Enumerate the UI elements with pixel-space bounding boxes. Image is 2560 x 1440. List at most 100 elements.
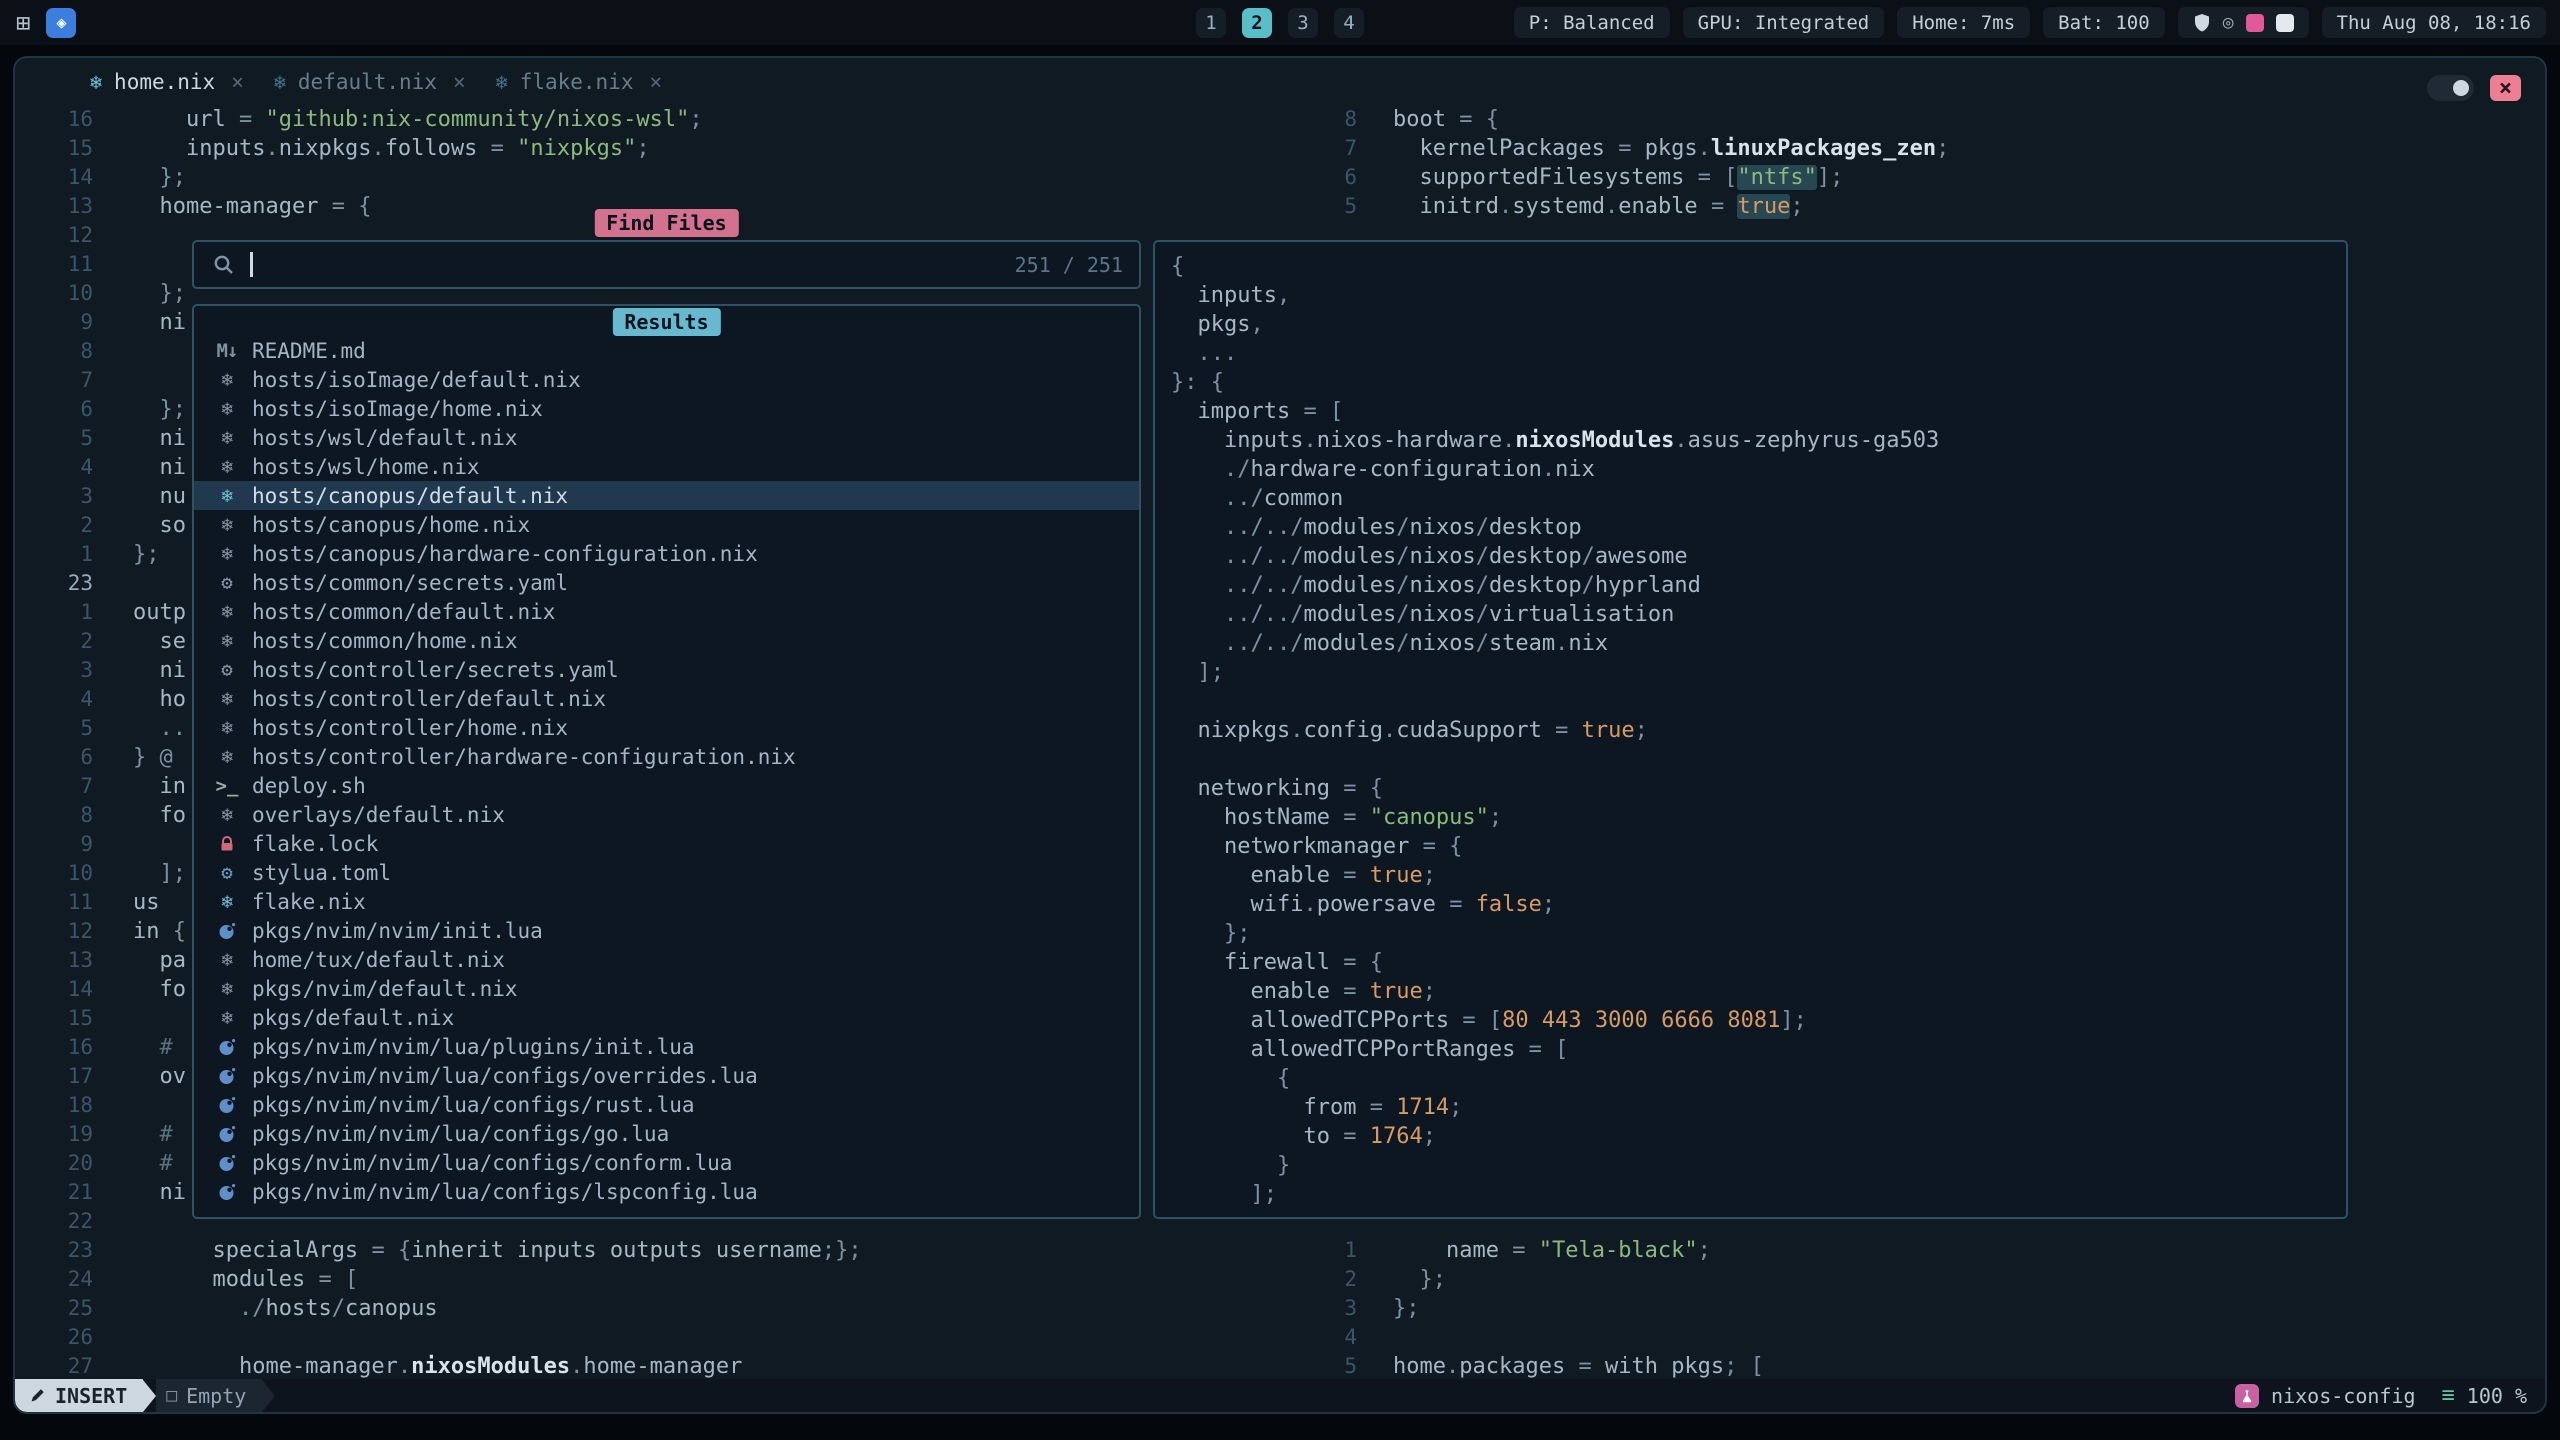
- nix-icon: ❄: [214, 630, 240, 652]
- workspace-3[interactable]: 3: [1288, 8, 1318, 38]
- preview-code-line: networkmanager = {: [1171, 832, 2346, 861]
- result-filename: hosts/wsl/default.nix: [252, 426, 518, 450]
- result-item[interactable]: ❄ hosts/common/home.nix: [194, 626, 1139, 655]
- result-item[interactable]: pkgs/nvim/nvim/lua/configs/rust.lua: [194, 1090, 1139, 1119]
- line-number: 1: [15, 598, 93, 627]
- nix-icon: ❄: [496, 70, 508, 94]
- result-item[interactable]: ❄hosts/controller/default.nix: [194, 684, 1139, 713]
- preview-code-line: from = 1714;: [1171, 1093, 2346, 1122]
- line-number: 5: [15, 714, 93, 743]
- result-item[interactable]: >_deploy.sh: [194, 771, 1139, 800]
- result-item[interactable]: ❄hosts/isoImage/home.nix: [194, 394, 1139, 423]
- right-editor-pane-top[interactable]: 8boot = {7 kernelPackages = pkgs.linuxPa…: [1255, 105, 2541, 221]
- result-filename: hosts/controller/secrets.yaml: [252, 658, 619, 682]
- find-files-prompt[interactable]: Find Files 251 / 251: [192, 240, 1141, 289]
- line-number: 10: [15, 279, 93, 308]
- preview-code-line: ../../modules/nixos/desktop: [1171, 513, 2346, 542]
- find-files-title: Find Files: [594, 209, 738, 237]
- preview-code-line: hostName = "canopus";: [1171, 803, 2346, 832]
- nix-icon: ❄: [214, 891, 240, 913]
- close-tab-icon[interactable]: ×: [453, 70, 466, 94]
- line-number: 6: [1255, 163, 1357, 192]
- result-filename: hosts/controller/home.nix: [252, 716, 568, 740]
- power-profile-indicator: P: Balanced: [1514, 7, 1670, 38]
- yaml-icon: ⚙: [214, 659, 240, 681]
- toml-icon: ⚙: [214, 862, 240, 884]
- result-item[interactable]: flake.lock: [194, 829, 1139, 858]
- result-filename: hosts/common/home.nix: [252, 629, 518, 653]
- buffer-icon: □: [166, 1385, 177, 1406]
- shield-icon[interactable]: [2193, 13, 2211, 33]
- nix-icon: ❄: [214, 427, 240, 449]
- result-item[interactable]: ❄ hosts/wsl/default.nix: [194, 423, 1139, 452]
- result-item[interactable]: ❄hosts/canopus/hardware-configuration.ni…: [194, 539, 1139, 568]
- result-item[interactable]: pkgs/nvim/nvim/lua/configs/overrides.lua: [194, 1061, 1139, 1090]
- close-tab-icon[interactable]: ×: [231, 70, 244, 94]
- app-launcher-icon[interactable]: ⊞: [16, 11, 30, 35]
- result-item[interactable]: ❄hosts/controller/home.nix: [194, 713, 1139, 742]
- tray-white-icon[interactable]: [2276, 14, 2294, 32]
- result-item[interactable]: ⚙hosts/common/secrets.yaml: [194, 568, 1139, 597]
- line-number: 24: [15, 1265, 93, 1294]
- result-item[interactable]: pkgs/nvim/nvim/lua/configs/conform.lua: [194, 1148, 1139, 1177]
- file-status-segment: □ Empty: [156, 1379, 262, 1412]
- toggle-icon[interactable]: [2427, 75, 2474, 101]
- result-item[interactable]: ❄home/tux/default.nix: [194, 945, 1139, 974]
- tab-default.nix[interactable]: ❄default.nix×: [274, 70, 466, 94]
- workspace-1[interactable]: 1: [1196, 8, 1226, 38]
- workspace-4[interactable]: 4: [1334, 8, 1364, 38]
- preview-code-line: allowedTCPPorts = [80 443 3000 6666 8081…: [1171, 1006, 2346, 1035]
- nix-icon: ❄: [214, 601, 240, 623]
- lua-icon: [214, 1125, 240, 1143]
- result-item[interactable]: ❄hosts/wsl/home.nix: [194, 452, 1139, 481]
- result-item[interactable]: ⚙ hosts/controller/secrets.yaml: [194, 655, 1139, 684]
- line-number: 25: [15, 1294, 93, 1323]
- right-editor-pane-bottom[interactable]: 1 name = "Tela-black";2 };3};45home.pack…: [1255, 1236, 2541, 1381]
- result-item[interactable]: pkgs/nvim/nvim/lua/plugins/init.lua: [194, 1032, 1139, 1061]
- result-item[interactable]: pkgs/nvim/nvim/init.lua: [194, 916, 1139, 945]
- code-line: 4: [1255, 1323, 2541, 1352]
- result-filename: deploy.sh: [252, 774, 366, 798]
- result-item[interactable]: ❄pkgs/default.nix: [194, 1003, 1139, 1032]
- result-item[interactable]: ❄overlays/default.nix: [194, 800, 1139, 829]
- result-item[interactable]: pkgs/nvim/nvim/lua/configs/go.lua: [194, 1119, 1139, 1148]
- tray-pink-icon[interactable]: [2246, 14, 2264, 32]
- result-item[interactable]: ❄hosts/common/default.nix: [194, 597, 1139, 626]
- code-line: 7 kernelPackages = pkgs.linuxPackages_ze…: [1255, 134, 2541, 163]
- result-filename: flake.lock: [252, 832, 378, 856]
- code-line: 25 ./hosts/canopus: [15, 1294, 1345, 1323]
- tab-flake.nix[interactable]: ❄flake.nix×: [496, 70, 663, 94]
- result-item[interactable]: ❄hosts/canopus/home.nix: [194, 510, 1139, 539]
- result-item[interactable]: ❄hosts/canopus/default.nix: [194, 481, 1139, 510]
- preview-code-line: inputs,: [1171, 281, 2346, 310]
- close-window-button[interactable]: ×: [2490, 75, 2521, 101]
- result-filename: pkgs/nvim/nvim/init.lua: [252, 919, 543, 943]
- line-number: 11: [15, 888, 93, 917]
- close-tab-icon[interactable]: ×: [649, 70, 662, 94]
- result-item[interactable]: ❄pkgs/nvim/default.nix: [194, 974, 1139, 1003]
- result-item[interactable]: ❄hosts/controller/hardware-configuration…: [194, 742, 1139, 771]
- result-filename: overlays/default.nix: [252, 803, 505, 827]
- code-line: 23 specialArgs = {inherit inputs outputs…: [15, 1236, 1345, 1265]
- result-filename: pkgs/nvim/nvim/lua/configs/lspconfig.lua: [252, 1180, 758, 1204]
- results-title: Results: [612, 308, 720, 336]
- code-line: 15 inputs.nixpkgs.follows = "nixpkgs";: [15, 134, 1345, 163]
- markdown-icon: M↓: [214, 340, 240, 362]
- workspace-app-icon[interactable]: ◈: [46, 8, 76, 38]
- preview-code-line: ../../modules/nixos/desktop/awesome: [1171, 542, 2346, 571]
- nix-icon: ❄: [214, 1007, 240, 1029]
- result-item[interactable]: ⚙stylua.toml: [194, 858, 1139, 887]
- result-item[interactable]: ❄flake.nix: [194, 887, 1139, 916]
- preview-code-line: nixpkgs.config.cudaSupport = true;: [1171, 716, 2346, 745]
- preview-code-line: imports = [: [1171, 397, 2346, 426]
- nix-icon: ❄: [214, 369, 240, 391]
- notification-icon[interactable]: ◎: [2223, 14, 2234, 32]
- result-item[interactable]: pkgs/nvim/nvim/lua/configs/lspconfig.lua: [194, 1177, 1139, 1206]
- search-icon: [212, 253, 236, 277]
- tab-home.nix[interactable]: ❄home.nix×: [90, 70, 244, 94]
- code-line: 14 };: [15, 163, 1345, 192]
- result-item[interactable]: ❄hosts/isoImage/default.nix: [194, 365, 1139, 394]
- nix-icon: ❄: [214, 485, 240, 507]
- result-item[interactable]: M↓README.md: [194, 336, 1139, 365]
- workspace-2[interactable]: 2: [1242, 8, 1272, 38]
